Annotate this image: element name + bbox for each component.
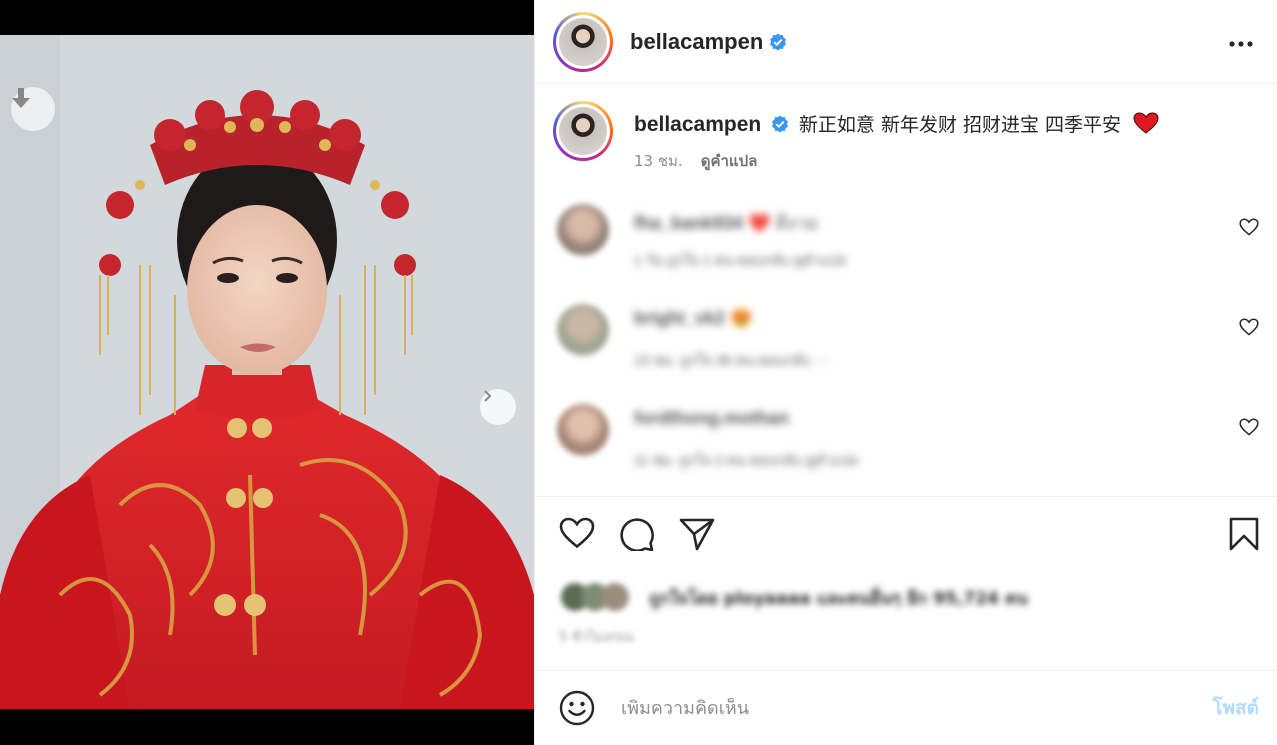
share-send-icon[interactable] — [679, 517, 715, 551]
comment-input[interactable] — [621, 697, 1213, 719]
caption-avatar[interactable] — [553, 101, 613, 161]
instagram-post-dialog: bellacampen bellacampen 新正如意 新年发财 招财进宝 四… — [0, 0, 1277, 745]
comment-avatar[interactable] — [557, 404, 609, 456]
photo-illustration — [0, 35, 534, 709]
bookmark-save-icon[interactable] — [1229, 517, 1259, 551]
verified-badge-icon — [772, 115, 789, 133]
author-username[interactable]: bellacampen — [630, 29, 763, 55]
comment-text: fha_bank934 ❤️ ดีงาม — [634, 213, 818, 233]
comment-item: fordthong.mothan 11 ชม. ถูกใจ 2 คน ตอบกล… — [535, 404, 1277, 484]
more-horizontal-icon — [1229, 41, 1253, 47]
comment-like-heart-icon[interactable] — [1239, 218, 1259, 236]
download-button[interactable] — [11, 87, 55, 131]
post-comment-button[interactable]: โพสต์ — [1212, 693, 1259, 723]
post-date: 5 ชั่วโมงก่อน — [559, 630, 634, 645]
caption-meta: 13 ชม. ดูคำแปล — [634, 149, 757, 173]
add-comment-bar: โพสต์ — [535, 670, 1277, 745]
more-options-button[interactable] — [1229, 28, 1253, 53]
comment-text: bright_vk2 😍 — [634, 308, 753, 328]
post-header: bellacampen — [535, 0, 1277, 84]
verified-badge-icon — [770, 33, 787, 50]
media-pane — [0, 0, 534, 745]
carousel-next-button[interactable] — [480, 389, 516, 425]
post-side-panel: bellacampen bellacampen 新正如意 新年发财 招财进宝 四… — [534, 0, 1277, 745]
action-bar — [535, 496, 1277, 568]
comment-avatar[interactable] — [557, 204, 609, 256]
see-translation-link[interactable]: ดูคำแปล — [701, 149, 758, 173]
comment-avatar[interactable] — [557, 304, 609, 356]
red-heart-emoji-icon — [1133, 112, 1159, 134]
comment-text: fordthong.mothan — [634, 408, 789, 428]
comment-item: fha_bank934 ❤️ ดีงาม 1 วัน ถูกใจ 1 คน ตอ… — [535, 204, 1277, 284]
caption-text: 新正如意 新年发财 招财进宝 四季平安 — [798, 114, 1122, 136]
avatar[interactable] — [553, 11, 613, 72]
post-photo[interactable] — [0, 35, 534, 709]
comment-meta: 11 ชม. ถูกใจ 2 คน ตอบกลับ ดูคำแปล — [634, 452, 859, 468]
caption: bellacampen 新正如意 新年发财 招财进宝 四季平安 — [634, 110, 1159, 137]
liker-avatars — [559, 581, 631, 613]
chevron-right-icon — [484, 390, 492, 402]
comment-like-heart-icon[interactable] — [1239, 418, 1259, 436]
likes-text: ถูกใจโดย ployaaaa และคนอื่นๆ อีก 95,724 … — [649, 589, 1028, 609]
comment-item: bright_vk2 😍 13 ชม. ถูกใจ 36 คน ตอบกลับ … — [535, 304, 1277, 384]
comment-bubble-icon[interactable] — [619, 517, 655, 551]
emoji-picker-icon[interactable] — [559, 690, 595, 726]
comment-meta: 13 ชม. ถูกใจ 36 คน ตอบกลับ ··· — [634, 352, 829, 368]
caption-username[interactable]: bellacampen — [634, 113, 761, 136]
comment-like-heart-icon[interactable] — [1239, 318, 1259, 336]
comment-meta: 1 วัน ถูกใจ 1 คน ตอบกลับ ดูคำแปล — [634, 252, 847, 268]
like-heart-icon[interactable] — [559, 517, 595, 549]
post-time: 13 ชม. — [634, 152, 683, 170]
arrow-down-icon — [12, 88, 30, 108]
